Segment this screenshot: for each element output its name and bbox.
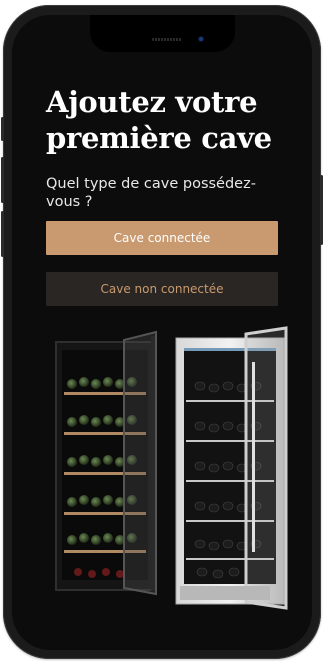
stainless-wine-cellar-image <box>175 326 288 610</box>
wine-cellars-illustration <box>55 326 288 610</box>
page-subtitle: Quel type de cave possédez-vous ? <box>46 176 256 210</box>
volume-up-button <box>1 157 4 203</box>
front-camera-icon <box>199 37 203 41</box>
black-wine-cellar-image <box>55 330 157 596</box>
notch <box>90 15 235 52</box>
volume-down-button <box>1 211 4 257</box>
not-connected-cellar-button[interactable]: Cave non connectée <box>46 272 278 306</box>
power-button <box>320 175 323 245</box>
speaker-grille <box>152 38 182 41</box>
mute-switch <box>1 117 4 141</box>
page-title: Ajoutez votre première cave <box>46 85 272 155</box>
connected-cellar-button[interactable]: Cave connectée <box>46 221 278 255</box>
